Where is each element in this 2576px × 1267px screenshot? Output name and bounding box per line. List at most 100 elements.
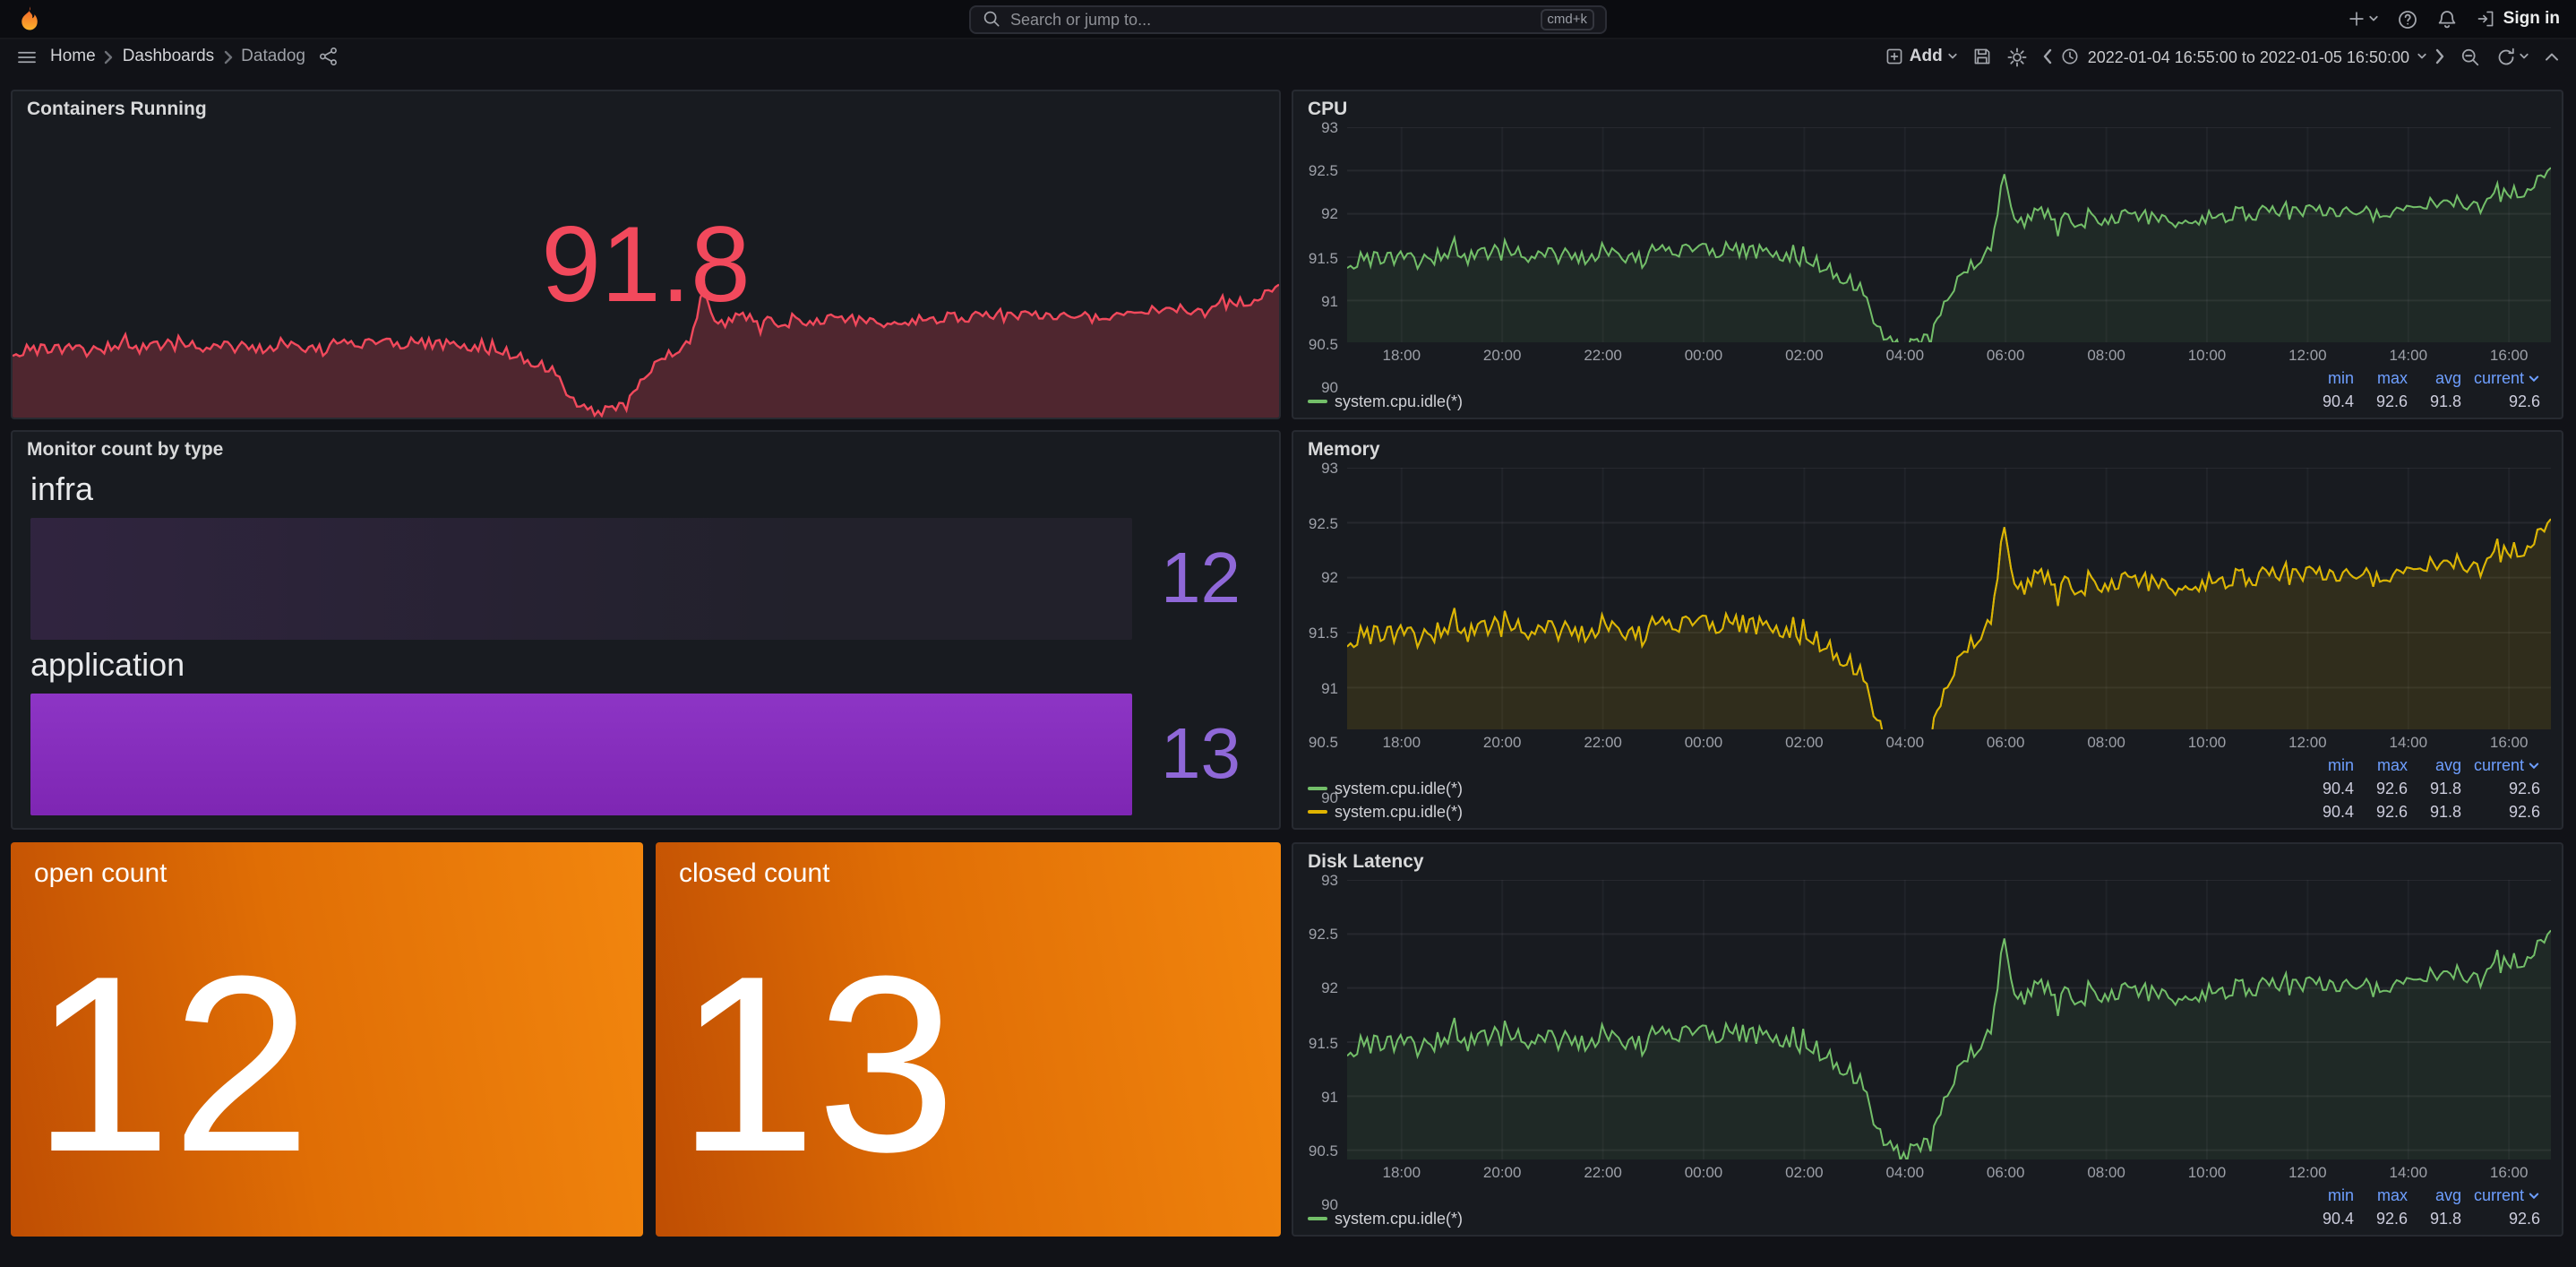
x-axis-label: 04:00 bbox=[1886, 1163, 1925, 1181]
series-min: 90.4 bbox=[2300, 1208, 2354, 1229]
shortcut-badge: cmd+k bbox=[1540, 8, 1594, 30]
legend-sort-current[interactable]: current bbox=[2461, 367, 2540, 389]
search-input[interactable]: cmd+k bbox=[969, 4, 1607, 33]
time-shift-forward-icon[interactable] bbox=[2434, 48, 2445, 65]
series-name[interactable]: system.cpu.idle(*) bbox=[1335, 778, 2300, 799]
x-axis-label: 14:00 bbox=[2390, 733, 2428, 751]
closed-count-value: 13 bbox=[656, 889, 1281, 1237]
breadcrumb-home[interactable]: Home bbox=[50, 47, 96, 66]
legend-sort-max[interactable]: max bbox=[2354, 1185, 2408, 1206]
menu-hamburger-icon[interactable] bbox=[16, 46, 38, 67]
y-axis-label: 91.5 bbox=[1309, 248, 1338, 266]
panel-title[interactable]: Monitor count by type bbox=[13, 432, 1279, 464]
gauge-bar bbox=[30, 518, 1132, 640]
breadcrumb-dashboards[interactable]: Dashboards bbox=[123, 47, 214, 66]
sign-in-icon bbox=[2477, 9, 2496, 29]
share-icon[interactable] bbox=[318, 47, 338, 66]
legend-sort-max[interactable]: max bbox=[2354, 754, 2408, 776]
x-axis: 18:0020:0022:0000:0002:0004:0006:0008:00… bbox=[1347, 1159, 2551, 1183]
gauge-label: application bbox=[30, 647, 1261, 685]
legend-sort-avg[interactable]: avg bbox=[2408, 754, 2461, 776]
collapse-chevron-up-icon[interactable] bbox=[2544, 51, 2560, 62]
new-plus-button[interactable] bbox=[2348, 9, 2380, 29]
search-icon bbox=[982, 9, 1001, 29]
save-dashboard-icon[interactable] bbox=[1973, 47, 1993, 66]
chevron-down-icon[interactable] bbox=[2417, 52, 2427, 61]
refresh-icon[interactable] bbox=[2495, 46, 2529, 67]
zoom-out-time-icon[interactable] bbox=[2460, 46, 2481, 67]
series-max: 92.6 bbox=[2354, 801, 2408, 823]
panel-title[interactable]: Memory bbox=[1293, 432, 2562, 464]
x-axis-label: 14:00 bbox=[2390, 346, 2428, 364]
y-axis-label: 92.5 bbox=[1309, 161, 1338, 179]
series-min: 90.4 bbox=[2300, 801, 2354, 823]
top-navigation-bar: cmd+k Sign in bbox=[0, 0, 2576, 39]
panel-title[interactable]: Containers Running bbox=[13, 91, 1279, 124]
series-name[interactable]: system.cpu.idle(*) bbox=[1335, 801, 2300, 823]
disk-line-chart bbox=[1347, 880, 2551, 1159]
x-axis-label: 12:00 bbox=[2288, 346, 2327, 364]
panel-title[interactable]: Disk Latency bbox=[1293, 844, 2562, 876]
series-avg: 91.8 bbox=[2408, 801, 2461, 823]
topbar-right: Sign in bbox=[1621, 8, 2560, 30]
x-axis-label: 06:00 bbox=[1987, 1163, 2025, 1181]
series-max: 92.6 bbox=[2354, 391, 2408, 412]
toolbar-right: Add 2022-01-04 16:55:00 to 2022-01-05 16… bbox=[1885, 46, 2560, 67]
series-avg: 91.8 bbox=[2408, 391, 2461, 412]
legend-sort-min[interactable]: min bbox=[2300, 367, 2354, 389]
legend: minmaxavgcurrentsystem.cpu.idle(*)90.492… bbox=[1301, 1183, 2551, 1229]
legend-sort-min[interactable]: min bbox=[2300, 1185, 2354, 1206]
series-min: 90.4 bbox=[2300, 778, 2354, 799]
time-shift-back-icon[interactable] bbox=[2043, 48, 2054, 65]
gauge-row-application: application13 bbox=[30, 643, 1261, 815]
x-axis-label: 16:00 bbox=[2490, 346, 2529, 364]
add-panel-button[interactable]: Add bbox=[1885, 47, 1959, 66]
series-name[interactable]: system.cpu.idle(*) bbox=[1335, 1208, 2300, 1229]
panel-title[interactable]: open count bbox=[11, 842, 643, 889]
y-axis-label: 90.5 bbox=[1309, 335, 1338, 353]
help-icon[interactable] bbox=[2398, 8, 2419, 30]
panel-add-icon bbox=[1885, 47, 1904, 66]
topbar-left bbox=[16, 5, 955, 32]
containers-chart-body: 91.8 bbox=[13, 124, 1279, 418]
legend-item: system.cpu.idle(*)90.492.691.892.6 bbox=[1308, 391, 2540, 412]
breadcrumb-datadog[interactable]: Datadog bbox=[241, 47, 305, 66]
dashboard-toolbar: Home Dashboards Datadog Add bbox=[0, 39, 2576, 73]
y-axis-label: 90.5 bbox=[1309, 1142, 1338, 1159]
legend-sort-current[interactable]: current bbox=[2461, 754, 2540, 776]
y-axis-label: 91.5 bbox=[1309, 624, 1338, 642]
x-axis-label: 08:00 bbox=[2087, 1163, 2125, 1181]
series-name[interactable]: system.cpu.idle(*) bbox=[1335, 391, 2300, 412]
timeseries-body: 9392.59291.59190.590 18:0020:0022:0000:0… bbox=[1293, 876, 2562, 1235]
x-axis-label: 02:00 bbox=[1785, 733, 1824, 751]
y-axis: 9392.59291.59190.590 bbox=[1301, 880, 1347, 1159]
legend-sort-current[interactable]: current bbox=[2461, 1185, 2540, 1206]
series-min: 90.4 bbox=[2300, 391, 2354, 412]
panel-title[interactable]: closed count bbox=[656, 842, 1281, 889]
legend-sort-min[interactable]: min bbox=[2300, 754, 2354, 776]
panel-title[interactable]: CPU bbox=[1293, 91, 2562, 124]
legend-sort-avg[interactable]: avg bbox=[2408, 367, 2461, 389]
y-axis-label: 93 bbox=[1321, 459, 1338, 477]
chevron-right-icon bbox=[105, 49, 114, 64]
legend-sort-max[interactable]: max bbox=[2354, 367, 2408, 389]
legend-header: minmaxavgcurrent bbox=[1308, 367, 2540, 389]
gauge-label: infra bbox=[30, 471, 1261, 509]
time-range-label[interactable]: 2022-01-04 16:55:00 to 2022-01-05 16:50:… bbox=[2088, 47, 2409, 65]
legend-item: system.cpu.idle(*)90.492.691.892.6 bbox=[1308, 801, 2540, 823]
y-axis-label: 90 bbox=[1321, 378, 1338, 396]
sign-in-button[interactable]: Sign in bbox=[2477, 9, 2560, 29]
dashboard-settings-gear-icon[interactable] bbox=[2007, 46, 2029, 67]
legend-sort-avg[interactable]: avg bbox=[2408, 1185, 2461, 1206]
clock-icon[interactable] bbox=[2061, 47, 2081, 66]
notifications-bell-icon[interactable] bbox=[2437, 8, 2459, 30]
x-axis-label: 20:00 bbox=[1483, 346, 1522, 364]
x-axis-label: 18:00 bbox=[1383, 346, 1421, 364]
y-axis-label: 91 bbox=[1321, 291, 1338, 309]
panel-cpu: CPU 9392.59291.59190.590 18:0020:0022:00… bbox=[1292, 90, 2563, 419]
grafana-logo[interactable] bbox=[16, 5, 43, 32]
panel-monitor-count-by-type: Monitor count by type infra12application… bbox=[11, 430, 1281, 830]
search-field[interactable] bbox=[1010, 10, 1531, 28]
y-axis: 9392.59291.59190.590 bbox=[1301, 127, 1347, 342]
series-color-swatch bbox=[1308, 400, 1327, 404]
